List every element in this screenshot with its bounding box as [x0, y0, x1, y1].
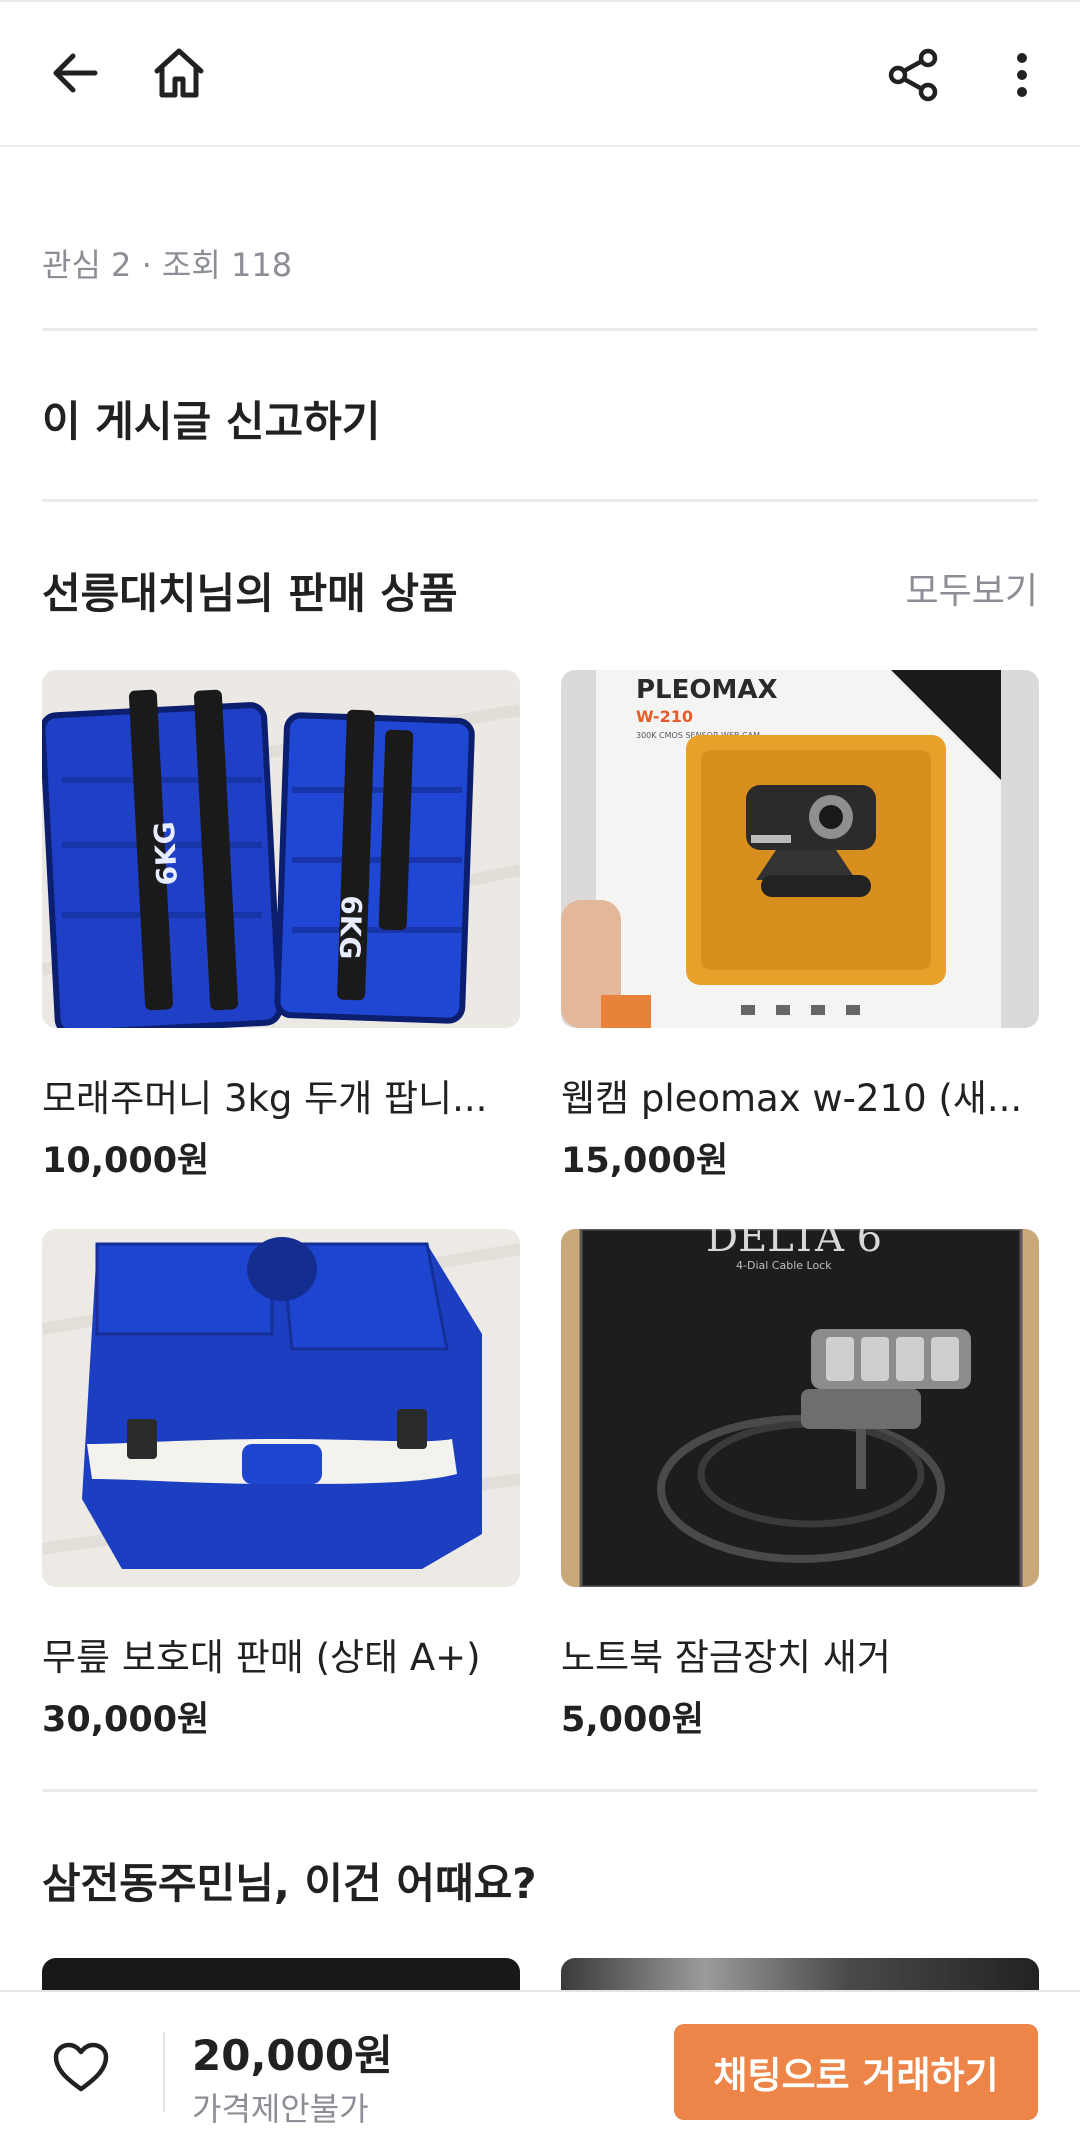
- image-text: 6KG: [333, 895, 368, 960]
- negotiation-status: 가격제안불가: [192, 2090, 369, 2128]
- image-text: PLEOMAX: [636, 675, 778, 705]
- product-title: 무릎 보호대 판매 (상태 A+): [42, 1636, 481, 1679]
- product-image-sandbags: 6KG 6KG: [42, 670, 520, 1028]
- listing-price: 20,000원: [192, 2031, 393, 2080]
- product-title: 웹캠 pleomax w-210 (새...: [561, 1077, 1023, 1120]
- image-text: DELTA 6: [706, 1229, 882, 1261]
- divider: [42, 1789, 1038, 1792]
- home-icon[interactable]: [146, 40, 212, 106]
- product-card[interactable]: 무릎 보호대 판매 (상태 A+) 30,000원: [42, 1229, 520, 1742]
- product-price: 15,000원: [561, 1141, 729, 1181]
- product-image-cable-lock: DELTA 6 4-Dial Cable Lock: [561, 1229, 1039, 1587]
- product-image-webcam: PLEOMAX W-210 300K CMOS SENSOR WEB CAM: [561, 670, 1039, 1028]
- divider: [42, 328, 1038, 331]
- back-arrow-icon[interactable]: [42, 40, 108, 106]
- seller-items-title: 선릉대치님의 판매 상품: [42, 569, 458, 618]
- product-price: 30,000원: [42, 1700, 210, 1740]
- recommendation-title: 삼전동주민님, 이건 어때요?: [42, 1859, 537, 1908]
- image-text: 4-Dial Cable Lock: [736, 1259, 832, 1272]
- product-card[interactable]: 6KG 6KG 모래주머니 3kg 두개 팝니... 10,000원: [42, 670, 520, 1183]
- product-title: 모래주머니 3kg 두개 팝니...: [42, 1077, 488, 1120]
- product-image-knee-brace: [42, 1229, 520, 1587]
- image-text: W-210: [636, 707, 693, 726]
- image-text: 6KG: [148, 821, 184, 887]
- report-post-link[interactable]: 이 게시글 신고하기: [42, 388, 380, 449]
- top-app-bar: [0, 0, 1080, 147]
- divider: [42, 499, 1038, 502]
- bottom-action-bar: 20,000원 가격제안불가 채팅으로 거래하기: [0, 1990, 1080, 2152]
- product-price: 10,000원: [42, 1141, 210, 1181]
- interest-view-stats: 관심 2 · 조회 118: [42, 246, 293, 284]
- heart-outline-icon[interactable]: [46, 2032, 116, 2102]
- see-all-link[interactable]: 모두보기: [906, 562, 1038, 614]
- product-card[interactable]: DELTA 6 4-Dial Cable Lock 노트북 잠금장치 새거 5,…: [561, 1229, 1039, 1742]
- product-card[interactable]: PLEOMAX W-210 300K CMOS SENSOR WEB CAM 웹…: [561, 670, 1039, 1183]
- share-icon[interactable]: [880, 42, 946, 108]
- vertical-separator: [163, 2032, 165, 2112]
- chat-trade-button[interactable]: 채팅으로 거래하기: [674, 2024, 1038, 2120]
- product-title: 노트북 잠금장치 새거: [561, 1636, 891, 1679]
- more-vertical-icon[interactable]: [1000, 42, 1044, 108]
- product-price: 5,000원: [561, 1700, 704, 1740]
